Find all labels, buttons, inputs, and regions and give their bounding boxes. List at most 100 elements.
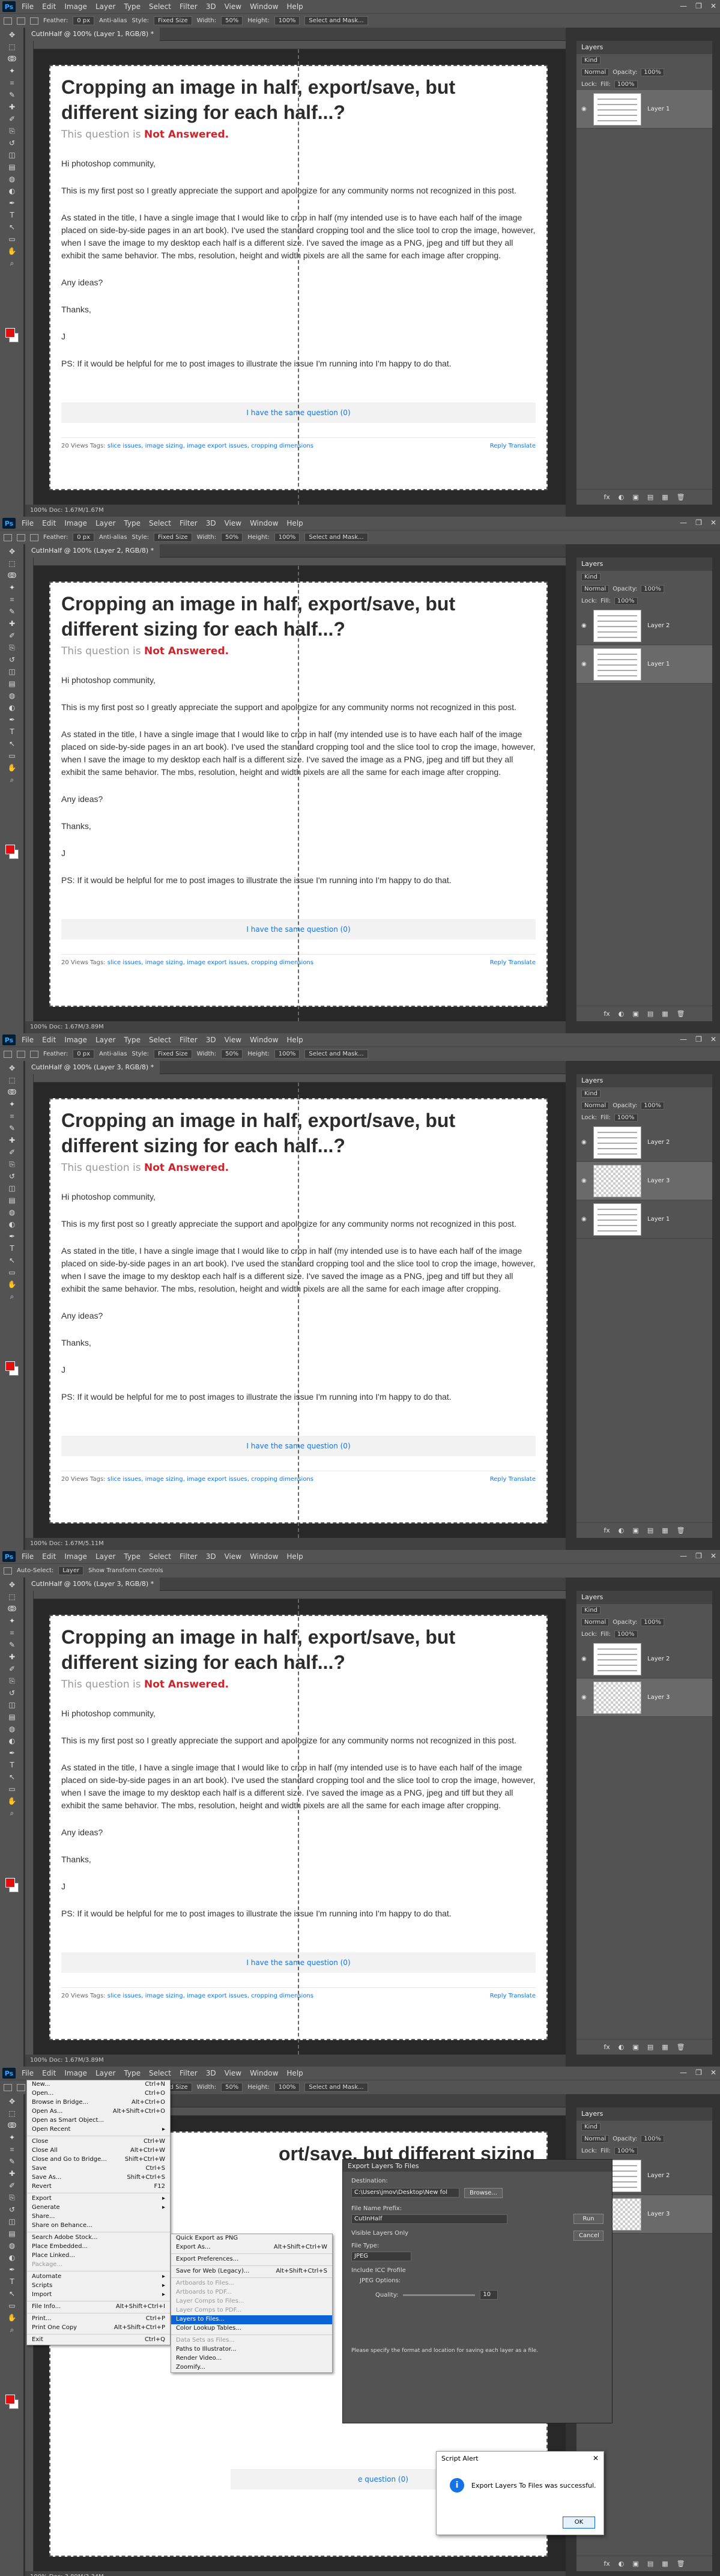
hand-tool-icon[interactable]: ✋ <box>7 246 17 256</box>
tool-preset-icon[interactable] <box>4 1050 12 1058</box>
new-layer-icon[interactable]: ▦ <box>662 2043 668 2051</box>
eraser-tool-icon[interactable]: ◫ <box>7 2217 17 2226</box>
new-layer-icon[interactable]: ▦ <box>662 2560 668 2568</box>
export-menu-item[interactable]: Layer Comps to Files... <box>171 2297 332 2306</box>
center-guide-line[interactable] <box>298 1083 299 1538</box>
crop-tool-icon[interactable]: ⌗ <box>7 78 17 88</box>
style-dropdown[interactable]: Fixed Size <box>154 533 192 542</box>
quality-input[interactable]: 10 <box>480 2290 498 2300</box>
marquee-tool-icon[interactable]: ⬚ <box>7 1075 17 1085</box>
history-tool-icon[interactable]: ↺ <box>7 655 17 664</box>
fx-icon[interactable]: fx <box>604 1010 610 1018</box>
menu-edit[interactable]: Edit <box>42 2069 56 2077</box>
brush-tool-icon[interactable]: ✐ <box>7 1147 17 1157</box>
new-selection-icon[interactable] <box>17 17 25 25</box>
blur-tool-icon[interactable]: ◍ <box>7 2241 17 2250</box>
tool-preset-icon[interactable] <box>4 2083 12 2091</box>
menu-view[interactable]: View <box>225 1552 241 1561</box>
menu-file[interactable]: File <box>22 519 34 527</box>
export-menu-item[interactable]: Save for Web (Legacy)... Alt+Shift+Ctrl+S <box>171 2267 332 2276</box>
brush-tool-icon[interactable]: ✐ <box>7 114 17 124</box>
menu-3d[interactable]: 3D <box>206 1552 216 1561</box>
file-menu-item[interactable]: Automate ▸ <box>27 2273 170 2282</box>
translate-link[interactable]: Translate <box>509 959 536 966</box>
file-menu-item[interactable]: Save As... Shift+Ctrl+S <box>27 2174 170 2183</box>
adjustment-icon[interactable]: ▣ <box>632 2560 638 2568</box>
file-menu-item[interactable]: Close Ctrl+W <box>27 2137 170 2146</box>
group-icon[interactable]: ▤ <box>647 2560 653 2568</box>
export-menu-item[interactable]: Layers to Files... <box>171 2315 332 2324</box>
export-menu-item[interactable]: Paths to Illustrator... <box>171 2345 332 2354</box>
style-dropdown[interactable]: Fixed Size <box>154 16 192 25</box>
lasso-tool-icon[interactable]: ↂ <box>7 571 17 580</box>
fill-input[interactable]: 100% <box>614 1113 638 1122</box>
export-menu-item[interactable]: Export As... Alt+Shift+Ctrl+W <box>171 2243 332 2252</box>
export-menu-item[interactable]: Export Preferences... <box>171 2255 332 2264</box>
menu-window[interactable]: Window <box>250 2 278 11</box>
menu-file[interactable]: File <box>22 1552 34 1561</box>
feather-input[interactable]: 0 px <box>73 533 95 542</box>
minimize-icon[interactable]: — <box>680 518 687 527</box>
file-menu-item[interactable]: File Info... Alt+Shift+Ctrl+I <box>27 2303 170 2312</box>
pen-tool-icon[interactable]: ✒ <box>7 1748 17 1758</box>
center-guide-line[interactable] <box>298 566 299 1021</box>
new-selection-icon[interactable] <box>17 533 25 541</box>
file-menu-item[interactable]: Search Adobe Stock... <box>27 2234 170 2243</box>
close-icon[interactable]: ✕ <box>710 1035 716 1043</box>
fill-input[interactable]: 100% <box>614 597 638 605</box>
menu-type[interactable]: Type <box>124 1552 141 1561</box>
eyedropper-tool-icon[interactable]: ✎ <box>7 1640 17 1650</box>
menu-layer[interactable]: Layer <box>95 1552 115 1561</box>
maximize-icon[interactable]: ❐ <box>695 2 702 10</box>
add-selection-icon[interactable] <box>30 1050 38 1058</box>
eye-icon[interactable]: ◉ <box>581 661 590 667</box>
opacity-input[interactable]: 100% <box>641 585 664 593</box>
menu-edit[interactable]: Edit <box>42 519 56 527</box>
mask-icon[interactable]: ◐ <box>619 493 625 501</box>
menu-type[interactable]: Type <box>124 2069 141 2077</box>
type-tool-icon[interactable]: T <box>7 1760 17 1770</box>
move-tool-icon[interactable]: ✥ <box>7 1580 17 1590</box>
stamp-tool-icon[interactable]: ⎘ <box>7 643 17 652</box>
pen-tool-icon[interactable]: ✒ <box>7 715 17 724</box>
visible-layers-only-checkbox[interactable]: Visible Layers Only <box>351 2230 604 2237</box>
layer-row[interactable]: ◉ Layer 3 <box>576 1678 712 1717</box>
kind-filter[interactable]: Kind <box>581 1606 601 1614</box>
zoom-tool-icon[interactable]: ⌕ <box>7 2325 17 2334</box>
file-menu-item[interactable]: Open... Ctrl+O <box>27 2089 170 2098</box>
menu-help[interactable]: Help <box>286 1036 303 1044</box>
center-guide-line[interactable] <box>298 1599 299 2055</box>
tool-preset-icon[interactable] <box>4 1567 12 1575</box>
select-and-mask-button[interactable]: Select and Mask... <box>304 16 368 25</box>
new-selection-icon[interactable] <box>17 1050 25 1058</box>
file-prefix-input[interactable]: CutInHalf <box>351 2214 507 2224</box>
document-tab[interactable]: CutInHalf @ 100% (Layer 2, RGB/8) * <box>25 544 160 557</box>
layer-name[interactable]: Layer 2 <box>647 1139 670 1146</box>
zoom-level[interactable]: 100% <box>30 1540 47 1547</box>
export-menu-item[interactable]: Data Sets as Files... <box>171 2336 332 2345</box>
brush-tool-icon[interactable]: ✐ <box>7 2181 17 2190</box>
close-icon[interactable]: ✕ <box>710 518 716 527</box>
menu-edit[interactable]: Edit <box>42 2 56 11</box>
layer-row[interactable]: ◉ Layer 2 <box>576 607 712 645</box>
reply-link[interactable]: Reply <box>490 443 507 449</box>
zoom-tool-icon[interactable]: ⌕ <box>7 1808 17 1818</box>
menu-file[interactable]: File <box>22 2069 34 2077</box>
foreground-color-swatch[interactable] <box>5 845 15 854</box>
shape-tool-icon[interactable]: ▭ <box>7 2301 17 2310</box>
brush-tool-icon[interactable]: ✐ <box>7 631 17 640</box>
vertical-ruler[interactable] <box>25 1074 34 1538</box>
height-input[interactable]: 100% <box>274 1050 300 1059</box>
maximize-icon[interactable]: ❐ <box>695 1552 702 1560</box>
eraser-tool-icon[interactable]: ◫ <box>7 1183 17 1193</box>
mask-icon[interactable]: ◐ <box>619 2043 625 2051</box>
gradient-tool-icon[interactable]: ▤ <box>7 1195 17 1205</box>
gradient-tool-icon[interactable]: ▤ <box>7 162 17 172</box>
width-input[interactable]: 50% <box>221 1050 243 1059</box>
menu-help[interactable]: Help <box>286 1552 303 1561</box>
menu-window[interactable]: Window <box>250 519 278 527</box>
destination-input[interactable]: C:\Users\jmov\Desktop\New fol <box>351 2188 459 2198</box>
eye-icon[interactable]: ◉ <box>581 1139 590 1146</box>
menu-help[interactable]: Help <box>286 519 303 527</box>
mask-icon[interactable]: ◐ <box>619 2560 625 2568</box>
